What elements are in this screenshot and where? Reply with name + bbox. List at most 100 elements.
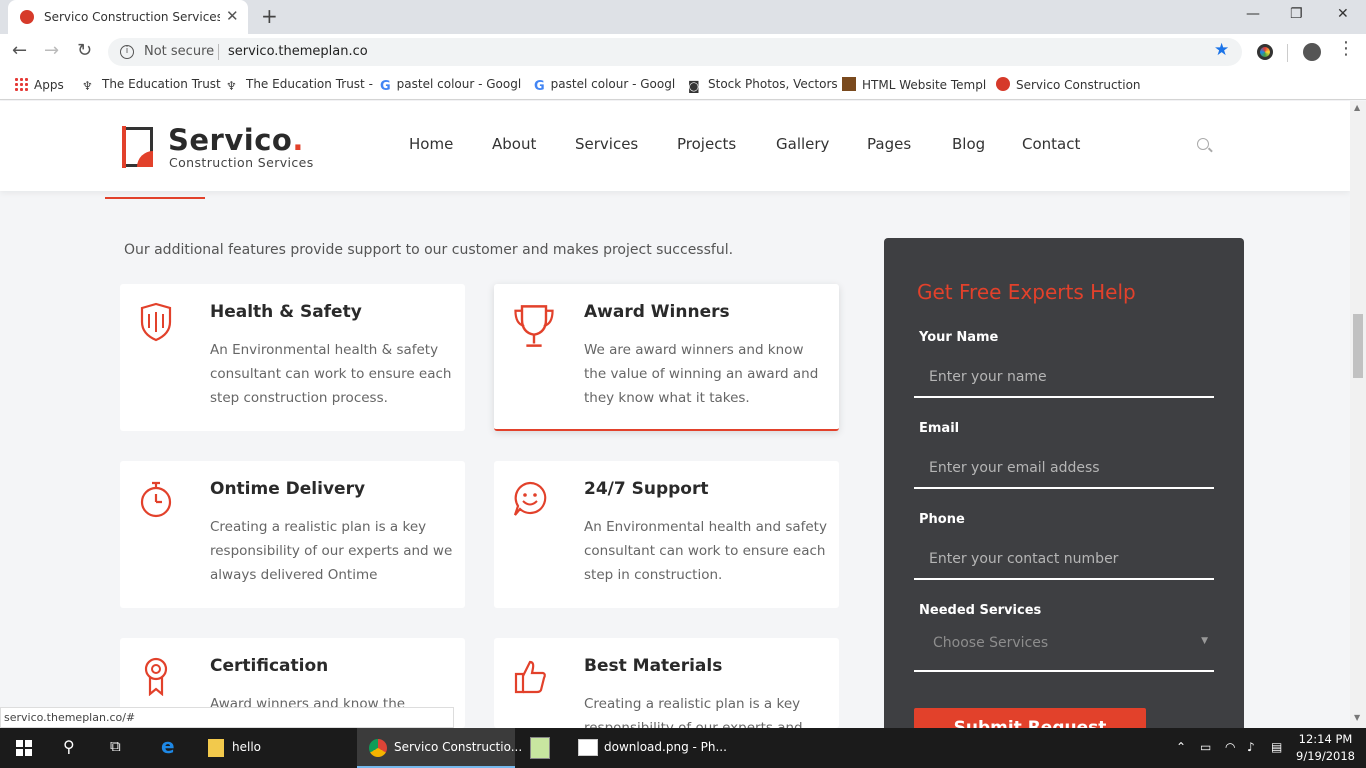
nav-home[interactable]: Home [409, 135, 453, 153]
feature-card-ontime-delivery[interactable]: Ontime Delivery Creating a realistic pla… [120, 461, 465, 608]
bookmark-label: HTML Website Templ [862, 78, 987, 92]
bookmark-html-templates[interactable]: HTML Website Templ [842, 77, 986, 92]
card-title: Health & Safety [210, 302, 362, 322]
card-text: An Environmental health and safety consu… [584, 519, 827, 583]
taskbar-item-chrome[interactable]: Servico Constructio... [357, 728, 522, 768]
shield-icon [140, 302, 172, 342]
bookmark-education-trust-2[interactable]: ♆ The Education Trust - [226, 77, 373, 93]
wifi-icon[interactable]: ◠ [1225, 740, 1235, 754]
feature-card-award-winners[interactable]: Award Winners We are award winners and k… [494, 284, 839, 431]
bookmark-pastel-colour-2[interactable]: Gpastel colour - Googl [534, 77, 675, 94]
site-favicon-icon [996, 77, 1010, 91]
bookmark-label: Apps [34, 78, 64, 92]
taskbar-item-label: download.png - Ph... [604, 740, 727, 754]
tree-icon: ♆ [226, 79, 237, 93]
close-window-button[interactable]: ✕ [1337, 6, 1349, 22]
feature-card-health-safety[interactable]: Health & Safety An Environmental health … [120, 284, 465, 431]
close-tab-icon[interactable]: ✕ [226, 7, 239, 25]
nav-pages[interactable]: Pages [867, 135, 911, 153]
address-bar[interactable]: i Not secure servico.themeplan.co ★ [108, 38, 1242, 66]
card-text: We are award winners and know the value … [584, 342, 819, 406]
bookmark-education-trust-1[interactable]: ♆ The Education Trust [82, 77, 221, 93]
nav-gallery[interactable]: Gallery [776, 135, 829, 153]
phone-input[interactable] [914, 540, 1214, 580]
site-info-icon[interactable]: i [120, 45, 134, 59]
taskbar-item-photos[interactable]: download.png - Ph... [568, 728, 727, 768]
restore-window-button[interactable]: ❐ [1290, 6, 1303, 22]
clock-time: 12:14 PM [1298, 732, 1353, 746]
clock-date: 9/19/2018 [1296, 749, 1355, 763]
back-arrow-icon[interactable]: ← [12, 40, 27, 61]
bookmark-star-icon[interactable]: ★ [1214, 40, 1229, 60]
thumbs-up-icon [514, 660, 546, 694]
email-input[interactable] [914, 449, 1214, 489]
nav-blog[interactable]: Blog [952, 135, 985, 153]
taskbar-item-explorer[interactable]: hello [200, 728, 350, 768]
bookmark-label: The Education Trust - [246, 77, 373, 91]
services-select[interactable]: Choose Services ▼ [914, 626, 1214, 672]
feature-card-support[interactable]: 24/7 Support An Environmental health and… [494, 461, 839, 608]
show-hidden-icons-chevron-icon[interactable]: ⌃ [1176, 740, 1186, 754]
windows-start-icon[interactable] [16, 740, 32, 756]
new-tab-button[interactable]: + [261, 4, 278, 28]
bookmark-apps[interactable]: Apps [14, 77, 64, 92]
reload-icon[interactable]: ↻ [77, 40, 92, 61]
scrollbar-thumb[interactable] [1353, 314, 1363, 378]
system-clock[interactable]: 12:14 PM 9/19/2018 [1296, 731, 1355, 765]
name-label: Your Name [919, 330, 999, 345]
tree-icon: ♆ [82, 79, 93, 93]
toolbar-divider [1287, 44, 1288, 62]
task-view-icon[interactable]: ⧉ [110, 737, 121, 755]
features-intro: Our additional features provide support … [124, 242, 734, 258]
chevron-down-icon: ▼ [1201, 636, 1208, 646]
nav-projects[interactable]: Projects [677, 135, 736, 153]
search-icon[interactable] [1197, 138, 1209, 150]
chart-app-icon[interactable] [530, 737, 550, 759]
bookmark-servico[interactable]: Servico Construction [996, 77, 1141, 92]
smiley-chat-icon [513, 481, 547, 516]
experts-help-form: Get Free Experts Help Your Name Email Ph… [884, 238, 1244, 748]
browser-menu-icon[interactable]: ⋮ [1337, 38, 1355, 59]
logo-name: Servico. [168, 123, 304, 157]
extension-icon[interactable] [1257, 44, 1273, 60]
name-input[interactable] [914, 358, 1214, 398]
card-text: Creating a realistic plan is a key respo… [210, 519, 453, 583]
feature-card-best-materials[interactable]: Best Materials Creating a realistic plan… [494, 638, 839, 728]
page-scrollbar[interactable]: ▲ ▼ [1350, 101, 1366, 728]
nav-services[interactable]: Services [575, 135, 638, 153]
apps-grid-icon [14, 77, 28, 91]
bookmarks-bar: Apps ♆ The Education Trust ♆ The Education… [0, 70, 1366, 100]
battery-icon[interactable]: ▭ [1200, 740, 1211, 754]
browser-tab[interactable]: Servico Construction Services Bo ✕ [8, 0, 248, 34]
volume-icon[interactable]: ♪ [1247, 740, 1255, 754]
card-text: An Environmental health & safety consult… [210, 342, 452, 406]
forward-arrow-icon[interactable]: → [44, 40, 59, 61]
nav-contact[interactable]: Contact [1022, 135, 1080, 153]
bookmark-stock-photos[interactable]: ◙ Stock Photos, Vectors [688, 77, 838, 93]
notification-icon[interactable]: ▤ [1271, 740, 1282, 754]
minimize-window-button[interactable]: — [1246, 6, 1260, 22]
logo-subtitle: Construction Services [169, 155, 314, 170]
logo-name-text: Servico [168, 123, 293, 157]
google-icon: G [380, 79, 391, 94]
taskbar-item-label: Servico Constructio... [394, 740, 523, 754]
search-icon[interactable]: ⚲ [63, 737, 75, 756]
nav-about[interactable]: About [492, 135, 536, 153]
site-favicon-icon [20, 10, 34, 24]
form-title: Get Free Experts Help [917, 280, 1136, 304]
site-header: Servico. Construction Services Home Abou… [0, 101, 1350, 191]
edge-browser-icon[interactable]: e [161, 734, 175, 758]
card-title: 24/7 Support [584, 479, 709, 499]
bookmark-pastel-colour-1[interactable]: Gpastel colour - Googl [380, 77, 521, 94]
profile-avatar-icon[interactable] [1303, 43, 1321, 61]
logo-accent-bar [122, 126, 126, 168]
scroll-up-arrow-icon[interactable]: ▲ [1354, 103, 1360, 112]
email-label: Email [919, 421, 960, 436]
scroll-down-arrow-icon[interactable]: ▼ [1354, 713, 1360, 722]
address-divider [218, 44, 219, 60]
logo-mark-icon [123, 127, 153, 167]
logo-dot: . [292, 123, 304, 157]
address-url[interactable]: servico.themeplan.co [228, 44, 368, 59]
services-selected-value: Choose Services [933, 635, 1049, 651]
browser-tab-strip: Servico Construction Services Bo ✕ + — ❐… [0, 0, 1366, 34]
